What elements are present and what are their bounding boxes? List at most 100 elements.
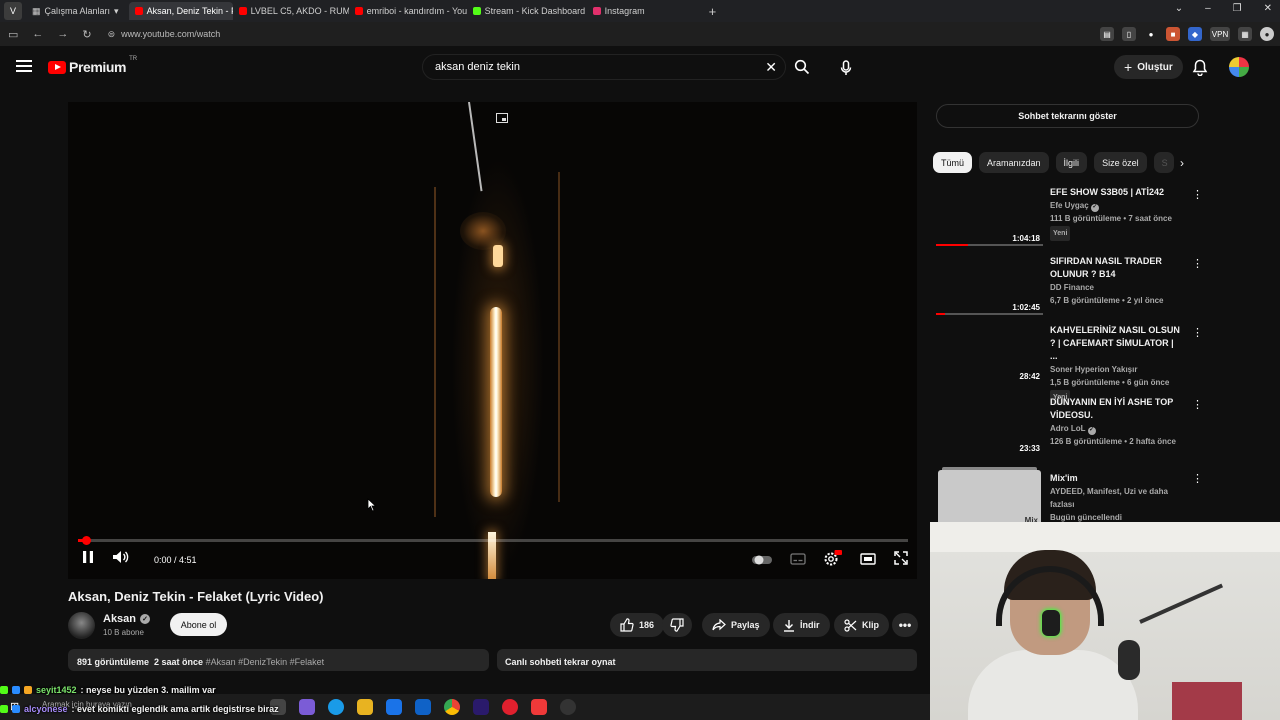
obs-icon[interactable]: [560, 699, 576, 715]
extension-icon[interactable]: ◆: [1188, 27, 1202, 41]
notifications-button[interactable]: [1192, 59, 1208, 81]
dot-icon[interactable]: ●: [1144, 27, 1158, 41]
more-vertical-icon[interactable]: ⋮: [1192, 257, 1203, 270]
recommendation-item[interactable]: 1:04:18 EFE SHOW S3B05 | ATİ242 Efe Uyga…: [936, 186, 1203, 254]
fullscreen-button[interactable]: [894, 551, 908, 570]
opera-icon[interactable]: [502, 699, 518, 715]
logo-region: TR: [129, 56, 138, 62]
more-vertical-icon[interactable]: ⋮: [1192, 326, 1203, 339]
tab-5[interactable]: Instagram: [587, 2, 699, 20]
youtube-logo[interactable]: Premium TR: [48, 56, 138, 75]
video-thumbnail[interactable]: 1:04:18: [936, 186, 1043, 246]
workspaces-button[interactable]: ▦ Çalışma Alanları ▾: [22, 0, 129, 22]
chip-all[interactable]: Tümü: [933, 152, 973, 173]
subtitles-button[interactable]: [790, 552, 806, 570]
reload-icon[interactable]: ↻: [82, 28, 91, 41]
seek-handle[interactable]: [82, 536, 92, 545]
chat-text: : evet komikti eglendik ama artik degist…: [71, 704, 279, 714]
settings-button[interactable]: [824, 550, 842, 571]
description-box[interactable]: 891 görüntüleme 2 saat önce #Aksan #Deni…: [68, 649, 489, 671]
mute-button[interactable]: [112, 550, 130, 569]
recommendation-item[interactable]: 28:42 KAHVELERİNİZ NASIL OLSUN ? | CAFEM…: [936, 324, 1203, 405]
rec-title: SIFIRDAN NASIL TRADER OLUNUR ? B14: [1050, 256, 1162, 279]
show-chat-replay-button[interactable]: Sohbet tekrarını göster: [936, 104, 1199, 128]
video-thumbnail[interactable]: 28:42: [936, 324, 1043, 384]
chevron-right-icon[interactable]: ›: [1180, 156, 1184, 170]
channel-avatar[interactable]: [68, 612, 95, 639]
extension-icon[interactable]: ■: [1166, 27, 1180, 41]
recommendation-item[interactable]: 23:33 DÜNYANIN EN İYİ ASHE TOP VİDEOSU. …: [936, 396, 1203, 464]
new-tab-icon[interactable]: +: [699, 4, 727, 19]
scissors-icon: [844, 618, 857, 632]
tab-active[interactable]: Aksan, Deniz Tekin - Felaket: [128, 2, 233, 20]
more-actions-button[interactable]: •••: [892, 613, 918, 637]
miniplayer-icon[interactable]: [496, 113, 508, 123]
premiere-icon[interactable]: [473, 699, 489, 715]
theater-mode-button[interactable]: [860, 552, 876, 570]
seek-bar[interactable]: [78, 536, 908, 545]
forward-icon[interactable]: →: [57, 28, 68, 41]
reader-icon[interactable]: ▤: [1100, 27, 1114, 41]
create-button[interactable]: + Oluştur: [1114, 55, 1183, 79]
account-avatar[interactable]: [1229, 57, 1249, 77]
sidebar-toggle-icon[interactable]: ▭: [8, 28, 18, 41]
pause-button[interactable]: [82, 550, 94, 569]
rec-channel: DD Finance: [1050, 283, 1095, 292]
minimize-icon[interactable]: –: [1205, 3, 1211, 14]
back-icon[interactable]: ←: [32, 28, 43, 41]
menu-icon[interactable]: [16, 60, 32, 72]
tab-4[interactable]: Stream - Kick Dashboard: [467, 2, 587, 20]
live-chat-replay-box[interactable]: Canlı sohbeti tekrar oynat: [497, 649, 917, 671]
dislike-button[interactable]: [662, 613, 692, 637]
chrome-icon[interactable]: [444, 699, 460, 715]
hashtags[interactable]: #Aksan #DenizTekin #Felaket: [206, 657, 325, 667]
duration-badge: 1:02:45: [1012, 303, 1040, 312]
recommendation-item[interactable]: 1:02:45 SIFIRDAN NASIL TRADER OLUNUR ? B…: [936, 255, 1203, 323]
browser-menu-button[interactable]: V: [4, 2, 22, 20]
vivaldi-icon[interactable]: [531, 699, 547, 715]
chip-more[interactable]: S: [1153, 152, 1174, 173]
download-button[interactable]: İndir: [773, 613, 830, 637]
video-thumbnail[interactable]: 23:33: [936, 396, 1043, 456]
new-badge: Yeni: [1050, 226, 1071, 241]
close-icon[interactable]: ✕: [1264, 3, 1272, 14]
voice-search-button[interactable]: [832, 54, 860, 82]
clip-button[interactable]: Klip: [834, 613, 889, 637]
tab-3[interactable]: emriboi - kandırdım - YouT: [349, 2, 467, 20]
rec-meta: 126 B görüntüleme • 2 hafta önce: [1050, 437, 1176, 446]
search-button[interactable]: [788, 58, 816, 76]
more-vertical-icon[interactable]: ⋮: [1192, 188, 1203, 201]
more-vertical-icon[interactable]: ⋮: [1192, 472, 1203, 485]
video-player[interactable]: 0:00 / 4:51: [68, 102, 917, 579]
outlook-icon[interactable]: [415, 699, 431, 715]
subscribe-button[interactable]: Abone ol: [170, 613, 227, 636]
bookmark-icon[interactable]: ▯: [1122, 27, 1136, 41]
like-button[interactable]: 186: [610, 613, 665, 637]
chip-for-you[interactable]: Size özel: [1094, 152, 1147, 173]
volume-icon: [113, 551, 129, 563]
search-input[interactable]: aksan deniz tekin ✕: [422, 54, 786, 80]
channel-name-row[interactable]: Aksan ✓: [103, 613, 151, 625]
app-icon[interactable]: [299, 699, 315, 715]
chip-related[interactable]: İlgili: [1055, 152, 1088, 173]
share-button[interactable]: Paylaş: [702, 613, 770, 637]
vpn-icon[interactable]: VPN: [1210, 27, 1230, 41]
edge-icon[interactable]: [328, 699, 344, 715]
profile-icon[interactable]: ●: [1260, 27, 1274, 41]
autoplay-toggle[interactable]: [752, 552, 772, 570]
extensions-icon[interactable]: ▦: [1238, 27, 1252, 41]
store-icon[interactable]: [386, 699, 402, 715]
url-field[interactable]: ⊜ www.youtube.com/watch: [108, 29, 221, 40]
site-info-icon[interactable]: ⊜: [108, 29, 116, 40]
clear-search-icon[interactable]: ✕: [765, 59, 777, 76]
rec-meta: 6,7 B görüntüleme • 2 yıl önce: [1050, 296, 1164, 305]
more-vertical-icon[interactable]: ⋮: [1192, 398, 1203, 411]
tab-list-icon[interactable]: ⌄: [1175, 3, 1183, 14]
tab-2[interactable]: LVBEL C5, AKDO - RUM RU: [233, 2, 349, 20]
file-explorer-icon[interactable]: [357, 699, 373, 715]
video-thumbnail[interactable]: 1:02:45: [936, 255, 1043, 315]
share-label: Paylaş: [731, 620, 760, 630]
mix-thumbnail[interactable]: Mix: [938, 470, 1041, 528]
chip-from-search[interactable]: Aramanızdan: [979, 152, 1049, 173]
maximize-icon[interactable]: ❐: [1233, 3, 1242, 14]
